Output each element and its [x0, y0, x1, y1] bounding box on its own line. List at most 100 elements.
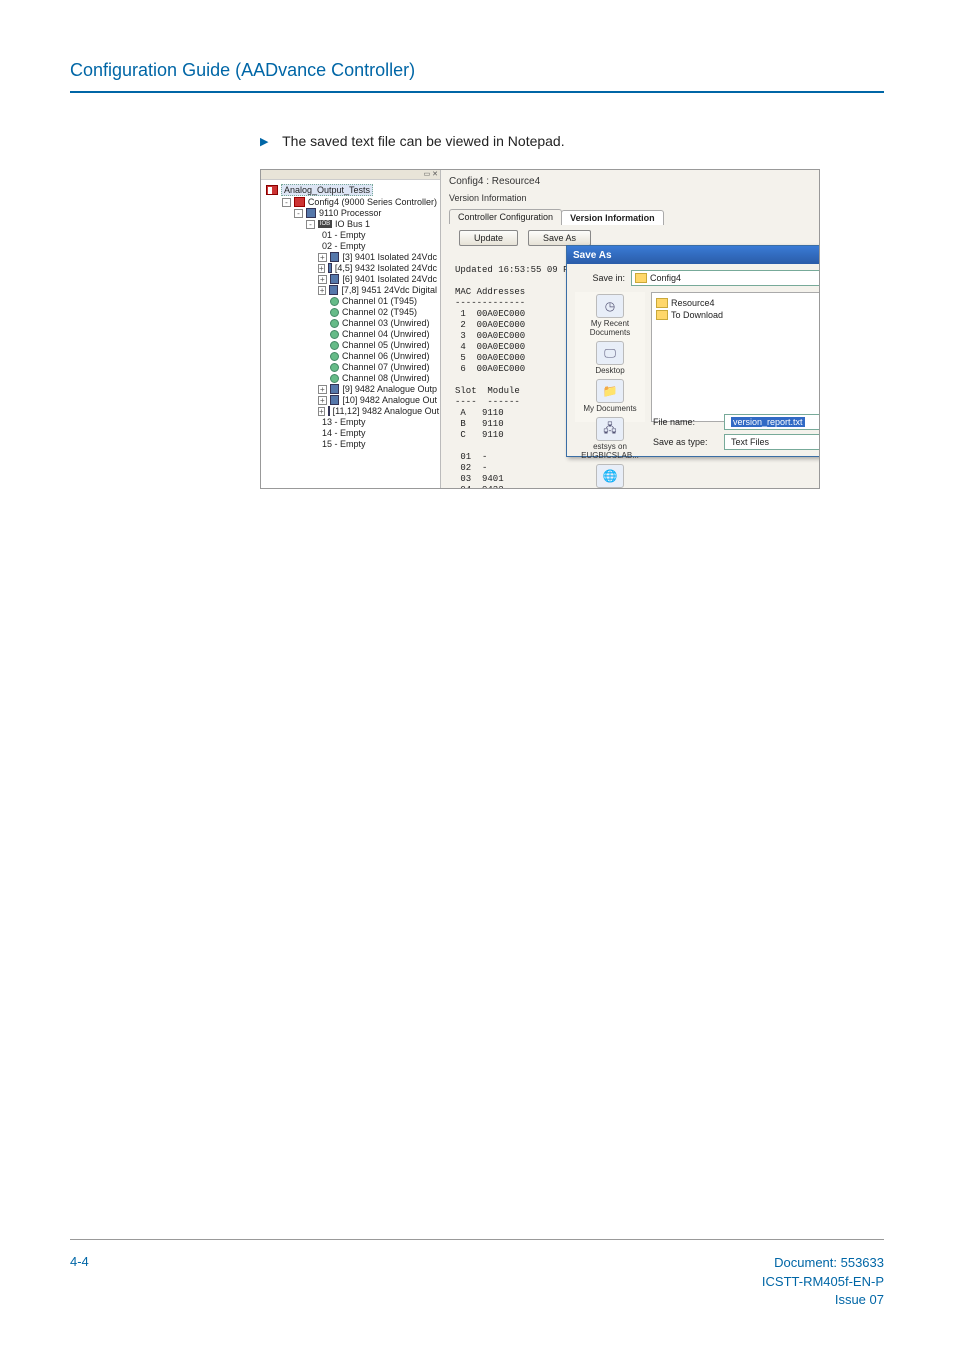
folder-icon	[635, 273, 647, 283]
module-icon	[329, 285, 338, 295]
module-icon	[330, 274, 340, 284]
savetype-combo[interactable]: Text Files ▾	[724, 434, 820, 450]
tree-controller-label: Config4 (9000 Series Controller)	[308, 197, 437, 207]
channel-icon	[330, 319, 339, 328]
tree-item-label: [9] 9482 Analogue Outp	[342, 384, 437, 394]
update-button[interactable]: Update	[459, 230, 518, 246]
tree-item-label: [3] 9401 Isolated 24Vdc	[342, 252, 437, 262]
place-share[interactable]: 🖧estsys on EUGBICSLAB...	[575, 417, 645, 460]
tree-item-row[interactable]: Channel 01 (T945)	[264, 296, 437, 307]
tree-processor-row[interactable]: - 9110 Processor	[264, 208, 437, 219]
place-mydocs[interactable]: 📁My Documents	[583, 379, 636, 413]
doc-code: ICSTT-RM405f-EN-P	[762, 1273, 884, 1291]
tree-item-label: [10] 9482 Analogue Out	[342, 395, 437, 405]
body-bullet: ▶ The saved text file can be viewed in N…	[260, 133, 884, 149]
channel-icon	[330, 374, 339, 383]
tree-iobus-row[interactable]: - IO Bus 1	[264, 219, 437, 230]
slot-header: Slot Module	[455, 386, 520, 396]
tree-item-row[interactable]: 02 - Empty	[264, 241, 437, 252]
tree-item-row[interactable]: Channel 03 (Unwired)	[264, 318, 437, 329]
bullet-icon: ▶	[260, 136, 268, 148]
module-icon	[330, 395, 340, 405]
tree-item-label: Channel 02 (T945)	[342, 307, 417, 317]
embedded-screenshot: ▭ ✕ Analog_Output_Tests - Config4 (9000 …	[260, 169, 820, 489]
savetype-label: Save as type:	[653, 437, 718, 447]
tree-item-row[interactable]: + [3] 9401 Isolated 24Vdc	[264, 252, 437, 263]
expand-icon[interactable]: +	[318, 407, 325, 416]
place-desktop-label: Desktop	[595, 366, 624, 375]
tree-iobus-label: IO Bus 1	[335, 219, 370, 229]
place-network[interactable]: 🌐My Network Places	[576, 464, 644, 489]
recent-icon: ◷	[596, 294, 624, 318]
tree-item-row[interactable]: + [9] 9482 Analogue Outp	[264, 384, 437, 395]
folder-entry[interactable]: To Download	[656, 309, 820, 321]
config-tabs: Controller Configuration Version Informa…	[449, 209, 813, 224]
tree-item-row[interactable]: Channel 07 (Unwired)	[264, 362, 437, 373]
tree-item-row[interactable]: + [10] 9482 Analogue Out	[264, 395, 437, 406]
places-bar: ◷My Recent Documents 🖵Desktop 📁My Docume…	[575, 292, 645, 422]
tree-item-row[interactable]: Channel 08 (Unwired)	[264, 373, 437, 384]
tree-panel-titlebar: ▭ ✕	[261, 170, 440, 180]
expand-icon[interactable]: +	[318, 396, 327, 405]
tree-item-row[interactable]: 01 - Empty	[264, 230, 437, 241]
tree-controller-row[interactable]: - Config4 (9000 Series Controller)	[264, 197, 437, 208]
tree-item-row[interactable]: + [7,8] 9451 24Vdc Digital	[264, 285, 437, 296]
tree-item-label: [4,5] 9432 Isolated 24Vdc	[335, 263, 437, 273]
mac-header: MAC Addresses	[455, 287, 525, 297]
tree-item-row[interactable]: 14 - Empty	[264, 428, 437, 439]
config-section-label: Version Information	[449, 191, 813, 209]
tree-item-row[interactable]: Channel 04 (Unwired)	[264, 329, 437, 340]
place-recent[interactable]: ◷My Recent Documents	[575, 294, 645, 337]
expand-icon[interactable]: +	[318, 385, 327, 394]
tree-item-label: [7,8] 9451 24Vdc Digital	[341, 285, 437, 295]
place-desktop[interactable]: 🖵Desktop	[595, 341, 624, 375]
channel-icon	[330, 352, 339, 361]
tree-item-row[interactable]: + [4,5] 9432 Isolated 24Vdc	[264, 263, 437, 274]
place-mydocs-label: My Documents	[583, 404, 636, 413]
network-icon: 🌐	[596, 464, 624, 488]
tree-item-row[interactable]: Channel 06 (Unwired)	[264, 351, 437, 362]
page-number: 4-4	[70, 1254, 89, 1309]
tree-item-row[interactable]: 15 - Empty	[264, 439, 437, 450]
channel-icon	[330, 308, 339, 317]
tree-root-row[interactable]: Analog_Output_Tests	[264, 183, 437, 197]
tree-item-row[interactable]: +[11,12] 9482 Analogue Out	[264, 406, 437, 417]
tree-item-label: Channel 06 (Unwired)	[342, 351, 430, 361]
expand-icon[interactable]: +	[318, 275, 327, 284]
expand-icon[interactable]: +	[318, 286, 326, 295]
page-header-title: Configuration Guide (AADvance Controller…	[70, 60, 884, 91]
dialog-titlebar[interactable]: Save As ? ✕	[567, 246, 820, 264]
filename-value: version_report.txt	[731, 417, 805, 427]
expand-icon[interactable]: +	[318, 253, 327, 262]
slot-sep: ---- ------	[455, 397, 520, 407]
tree-item-row[interactable]: 13 - Empty	[264, 417, 437, 428]
tree-item-label: Channel 03 (Unwired)	[342, 318, 430, 328]
tab-version-information[interactable]: Version Information	[561, 210, 664, 225]
doc-number: Document: 553633	[762, 1254, 884, 1272]
doc-issue: Issue 07	[762, 1291, 884, 1309]
place-recent-label: My Recent Documents	[590, 319, 630, 337]
filename-label: File name:	[653, 417, 718, 427]
channel-icon	[330, 341, 339, 350]
module-icon	[328, 406, 330, 416]
expand-icon[interactable]: -	[282, 198, 291, 207]
expand-icon[interactable]: +	[318, 264, 325, 273]
file-list-area[interactable]: Resource4 To Download	[651, 292, 820, 422]
tree-item-label: 15 - Empty	[322, 439, 366, 449]
tree-item-label: Channel 08 (Unwired)	[342, 373, 430, 383]
save-as-button[interactable]: Save As	[528, 230, 591, 246]
channel-icon	[330, 297, 339, 306]
tree-item-row[interactable]: +[6] 9401 Isolated 24Vdc	[264, 274, 437, 285]
tab-controller-configuration[interactable]: Controller Configuration	[449, 209, 562, 224]
folder-entry[interactable]: Resource4	[656, 297, 820, 309]
tree-item-row[interactable]: Channel 05 (Unwired)	[264, 340, 437, 351]
expand-icon[interactable]: -	[294, 209, 303, 218]
iobus-icon	[318, 220, 332, 228]
expand-icon[interactable]: -	[306, 220, 315, 229]
save-as-dialog: Save As ? ✕ Save in: Config4 ▾ ← ⮥	[566, 245, 820, 457]
mydocs-icon: 📁	[596, 379, 624, 403]
header-rule	[70, 91, 884, 93]
tree-item-row[interactable]: Channel 02 (T945)	[264, 307, 437, 318]
filename-field[interactable]: version_report.txt ▾	[724, 414, 820, 430]
savein-combo[interactable]: Config4 ▾	[631, 270, 820, 286]
